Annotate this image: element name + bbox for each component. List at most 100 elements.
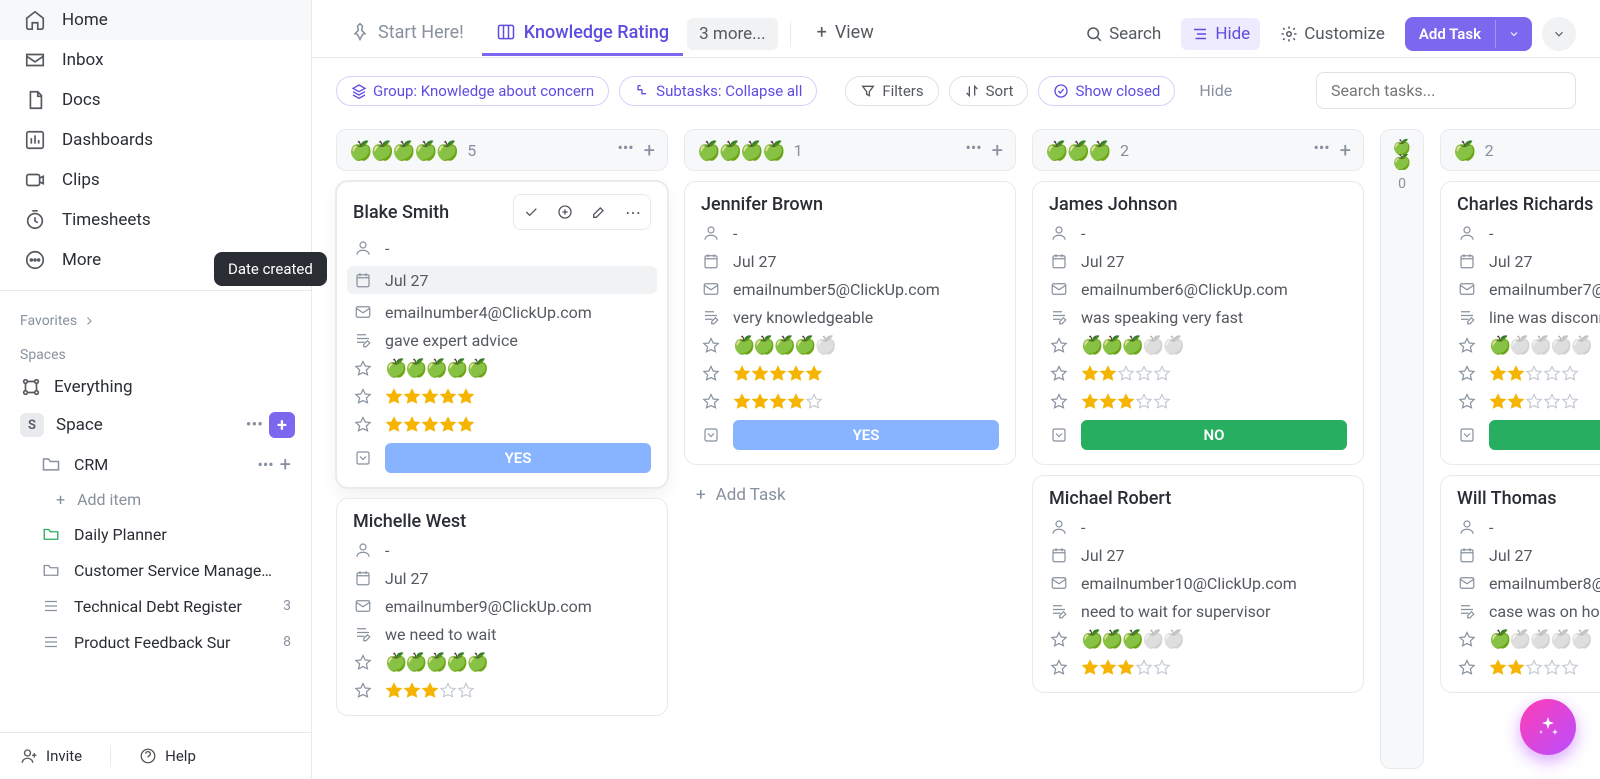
customize-button[interactable]: Customize xyxy=(1270,18,1395,50)
task-card[interactable]: Charles Richards - Jul 27 emailnumber7@C… xyxy=(1440,181,1600,465)
assignee-row[interactable]: - xyxy=(353,238,651,258)
verdict-row[interactable]: NO xyxy=(1457,420,1600,450)
email-row[interactable]: emailnumber6@ClickUp.com xyxy=(1049,279,1347,299)
assignee-row[interactable]: - xyxy=(1049,223,1347,243)
more-icon[interactable]: ••• xyxy=(246,415,263,435)
task-card[interactable]: Michael Robert - Jul 27 emailnumber10@Cl… xyxy=(1032,475,1364,693)
note-row[interactable]: gave expert advice xyxy=(353,330,651,350)
stars-row-2[interactable] xyxy=(701,392,999,412)
assignee-row[interactable]: - xyxy=(1049,517,1347,537)
stars-row-1[interactable] xyxy=(353,681,651,701)
date-row[interactable]: Jul 27 xyxy=(1457,545,1600,565)
space-item[interactable]: S Space ••• + xyxy=(0,405,311,445)
nav-timesheets[interactable]: Timesheets xyxy=(0,200,311,240)
tab-more[interactable]: 3 more... xyxy=(687,18,777,50)
add-icon[interactable] xyxy=(550,197,580,227)
stars-row-2[interactable] xyxy=(353,415,651,435)
note-row[interactable]: was speaking very fast xyxy=(1049,307,1347,327)
note-row[interactable]: need to wait for supervisor xyxy=(1049,601,1347,621)
sidebar-list[interactable]: Daily Planner xyxy=(0,516,311,552)
stars-row-1[interactable] xyxy=(1457,364,1600,384)
column-header[interactable]: 🍏🍏🍏🍏 1 •••+ xyxy=(684,129,1016,171)
space-everything[interactable]: Everything xyxy=(0,369,311,405)
more-icon[interactable]: ••• xyxy=(1313,138,1329,162)
add-item[interactable]: + Add item xyxy=(0,483,311,516)
nav-docs[interactable]: Docs xyxy=(0,80,311,120)
help-button[interactable]: Help xyxy=(139,747,196,765)
edit-icon[interactable] xyxy=(584,197,614,227)
add-space-button[interactable]: + xyxy=(269,412,295,438)
more-icon[interactable]: ⋯ xyxy=(618,197,648,227)
verdict-row[interactable]: YES xyxy=(701,420,999,450)
board[interactable]: 🍏🍏🍏🍏🍏 5 •••+ Blake Smith ⋯ - Jul 27 emai… xyxy=(312,119,1600,779)
nav-home[interactable]: Home xyxy=(0,0,311,40)
assignee-row[interactable]: - xyxy=(1457,517,1600,537)
plus-icon[interactable]: + xyxy=(992,138,1003,162)
add-task-button[interactable]: Add Task xyxy=(1405,17,1532,51)
tab-knowledge-rating[interactable]: Knowledge Rating xyxy=(482,12,683,56)
task-card[interactable]: Blake Smith ⋯ - Jul 27 emailnumber4@Clic… xyxy=(336,181,668,488)
note-row[interactable]: case was on hold xyxy=(1457,601,1600,621)
sidebar-list[interactable]: Technical Debt Register3 xyxy=(0,588,311,624)
email-row[interactable]: emailnumber8@Clic xyxy=(1457,573,1600,593)
stars-row-1[interactable] xyxy=(1457,658,1600,678)
favorites-section[interactable]: Favorites xyxy=(0,301,311,335)
invite-button[interactable]: Invite xyxy=(20,747,82,765)
date-row[interactable]: Jul 27 xyxy=(347,266,657,294)
assignee-row[interactable]: - xyxy=(701,223,999,243)
verdict-row[interactable]: NO xyxy=(1049,420,1347,450)
note-row[interactable]: very knowledgeable xyxy=(701,307,999,327)
search-tasks-input[interactable] xyxy=(1316,72,1576,109)
date-row[interactable]: Jul 27 xyxy=(1049,251,1347,271)
verdict-row[interactable]: YES xyxy=(353,443,651,473)
column-header[interactable]: 🍏🍏🍏🍏🍏 5 •••+ xyxy=(336,129,668,171)
more-icon[interactable]: ••• xyxy=(257,455,273,474)
apple-rating-row[interactable]: 🍏🍏🍏🍏🍏 xyxy=(353,652,651,673)
plus-icon[interactable]: + xyxy=(280,452,291,476)
sort-pill[interactable]: Sort xyxy=(949,76,1029,106)
subtasks-pill[interactable]: Subtasks: Collapse all xyxy=(619,76,817,106)
nav-dashboards[interactable]: Dashboards xyxy=(0,120,311,160)
stars-row-2[interactable] xyxy=(1049,392,1347,412)
add-task-column-button[interactable]: +Add Task xyxy=(684,475,1016,515)
assignee-row[interactable]: - xyxy=(353,540,651,560)
complete-icon[interactable] xyxy=(516,197,546,227)
email-row[interactable]: emailnumber4@ClickUp.com xyxy=(353,302,651,322)
apple-rating-row[interactable]: 🍏🍏🍏🍏🍏 xyxy=(701,335,999,356)
email-row[interactable]: emailnumber5@ClickUp.com xyxy=(701,279,999,299)
date-row[interactable]: Jul 27 xyxy=(701,251,999,271)
task-card[interactable]: Jennifer Brown - Jul 27 emailnumber5@Cli… xyxy=(684,181,1016,465)
task-card[interactable]: Michelle West - Jul 27 emailnumber9@Clic… xyxy=(336,498,668,716)
more-icon[interactable]: ••• xyxy=(617,138,633,162)
apple-rating-row[interactable]: 🍏🍏🍏🍏🍏 xyxy=(1457,335,1600,356)
stars-row-1[interactable] xyxy=(701,364,999,384)
column-collapsed[interactable]: 🍏🍏0 xyxy=(1380,129,1424,769)
sidebar-list[interactable]: Customer Service Manage… xyxy=(0,552,311,588)
nav-clips[interactable]: Clips xyxy=(0,160,311,200)
column-header[interactable]: 🍏 2 •••+ xyxy=(1440,129,1600,171)
task-card[interactable]: James Johnson - Jul 27 emailnumber6@Clic… xyxy=(1032,181,1364,465)
show-closed-pill[interactable]: Show closed xyxy=(1038,76,1175,106)
ai-assist-button[interactable] xyxy=(1520,699,1576,755)
plus-icon[interactable]: + xyxy=(1340,138,1351,162)
tab-start-here[interactable]: Start Here! xyxy=(336,12,478,56)
plus-icon[interactable]: + xyxy=(644,138,655,162)
note-row[interactable]: line was disconnecte xyxy=(1457,307,1600,327)
stars-row-2[interactable] xyxy=(1457,392,1600,412)
date-row[interactable]: Jul 27 xyxy=(1457,251,1600,271)
stars-row-1[interactable] xyxy=(353,387,651,407)
date-row[interactable]: Jul 27 xyxy=(353,568,651,588)
add-view-button[interactable]: +View xyxy=(803,12,888,56)
group-pill[interactable]: Group: Knowledge about concern xyxy=(336,76,609,106)
more-menu-button[interactable] xyxy=(1542,17,1576,51)
hide-filters-button[interactable]: Hide xyxy=(1185,76,1246,105)
filters-pill[interactable]: Filters xyxy=(845,76,938,106)
chevron-down-icon[interactable] xyxy=(1495,20,1532,48)
email-row[interactable]: emailnumber7@Clic xyxy=(1457,279,1600,299)
date-row[interactable]: Jul 27 xyxy=(1049,545,1347,565)
apple-rating-row[interactable]: 🍏🍏🍏🍏🍏 xyxy=(1457,629,1600,650)
hide-button[interactable]: Hide xyxy=(1181,18,1260,50)
nav-inbox[interactable]: Inbox xyxy=(0,40,311,80)
sidebar-list[interactable]: Product Feedback Sur8 xyxy=(0,624,311,660)
apple-rating-row[interactable]: 🍏🍏🍏🍏🍏 xyxy=(353,358,651,379)
